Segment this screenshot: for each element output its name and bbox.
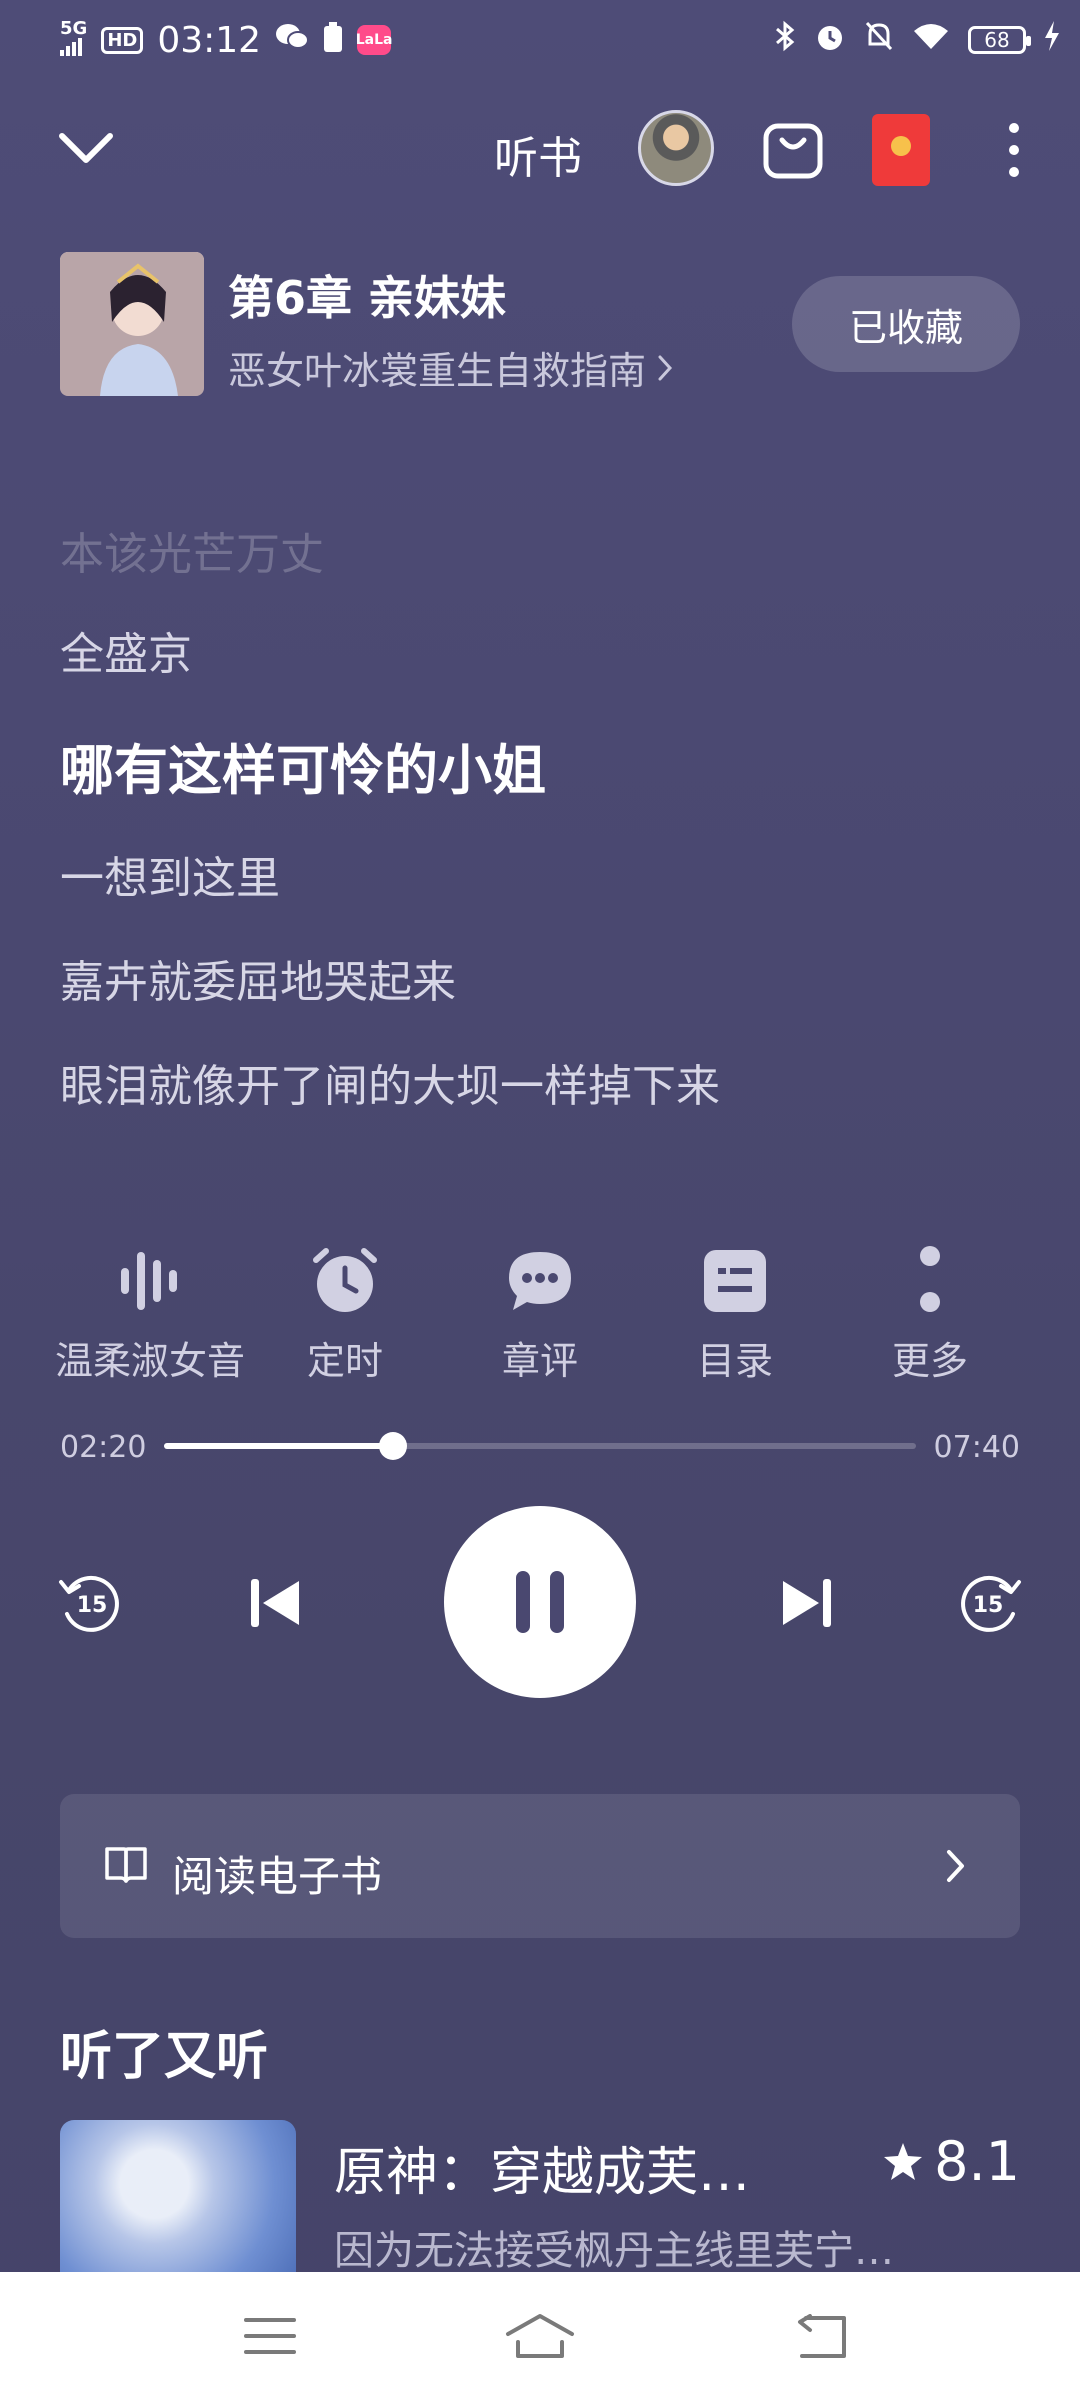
bluetooth-icon xyxy=(774,20,796,60)
more-vertical-icon xyxy=(1009,123,1019,177)
next-chapter-button[interactable] xyxy=(772,1568,842,1638)
transcript-line: 本该光芒万丈 xyxy=(60,529,324,580)
function-label: 定时 xyxy=(306,1339,383,1383)
open-book-icon xyxy=(104,1844,148,1888)
more-options-button[interactable] xyxy=(1004,120,1024,180)
recommend-description: 因为无法接受枫丹主线里芙宁… xyxy=(334,2228,894,2274)
star-icon xyxy=(884,2142,923,2180)
function-label: 更多 xyxy=(891,1339,968,1383)
comment-bubble-icon xyxy=(505,1246,575,1316)
function-label: 目录 xyxy=(696,1339,773,1383)
score-value: 8.1 xyxy=(934,2130,1020,2193)
voice-select-button[interactable]: 温柔淑女音 xyxy=(52,1246,248,1385)
pause-icon xyxy=(516,1571,564,1633)
more-vertical-icon xyxy=(895,1246,965,1316)
menu-icon xyxy=(244,2318,296,2354)
mute-bell-icon xyxy=(864,20,894,60)
forward-15-button[interactable]: 15 xyxy=(950,1568,1030,1638)
recommend-cover[interactable] xyxy=(60,2120,296,2280)
section-title: 听了又听 xyxy=(60,2027,269,2087)
battery-level: 68 xyxy=(984,28,1010,52)
collapse-button[interactable] xyxy=(56,128,116,168)
transcript-line-current: 哪有这样可怜的小姐 xyxy=(60,739,546,802)
battery-small-icon xyxy=(323,20,343,61)
system-nav-bar xyxy=(0,2272,1080,2400)
timer-button[interactable]: 定时 xyxy=(247,1246,443,1385)
catalog-button[interactable]: 目录 xyxy=(637,1246,833,1385)
function-label: 温柔淑女音 xyxy=(54,1339,245,1383)
hd-icon: HD xyxy=(101,26,144,54)
status-right: 68 xyxy=(774,18,1060,62)
bookstore-bag-button[interactable] xyxy=(762,116,824,180)
transcript-line: 全盛京 xyxy=(60,629,192,680)
read-ebook-label: 阅读电子书 xyxy=(172,1852,383,1901)
charging-icon xyxy=(1044,21,1060,59)
progress-thumb[interactable] xyxy=(378,1432,407,1460)
voice-wave-icon xyxy=(115,1246,185,1316)
skip-next-icon xyxy=(783,1579,831,1627)
rewind-15-button[interactable]: 15 xyxy=(50,1568,130,1638)
red-packet-button[interactable] xyxy=(872,114,930,186)
previous-chapter-button[interactable] xyxy=(240,1568,310,1638)
function-label: 章评 xyxy=(501,1339,578,1383)
catalog-list-icon xyxy=(700,1246,770,1316)
book-name: 恶女叶冰裳重生自救指南 xyxy=(228,349,647,393)
pause-button[interactable] xyxy=(444,1506,636,1698)
back-icon xyxy=(798,2314,846,2358)
status-time: 03:12 xyxy=(157,19,262,61)
transcript-line: 眼泪就像开了闸的大坝一样掉下来 xyxy=(60,1061,720,1112)
alarm-clock-icon xyxy=(310,1246,380,1316)
alarm-icon xyxy=(814,20,846,60)
progress-slider[interactable] xyxy=(164,1443,916,1449)
elapsed-time: 02:20 xyxy=(60,1430,147,1465)
home-icon xyxy=(506,2314,574,2358)
status-left: 5G HD 03:12 LaLa xyxy=(60,18,392,62)
book-name-link[interactable]: 恶女叶冰裳重生自救指南 xyxy=(228,340,674,395)
recommend-title[interactable]: 原神：穿越成芙… xyxy=(334,2130,750,2205)
home-button[interactable] xyxy=(504,2312,576,2364)
book-cover[interactable] xyxy=(60,252,204,396)
network-type: 5G xyxy=(60,18,88,39)
more-functions-button[interactable]: 更多 xyxy=(832,1246,1028,1385)
status-bar: 5G HD 03:12 LaLa 68 xyxy=(0,0,1080,80)
rewind-seconds: 15 xyxy=(77,1593,108,1618)
lala-app-icon: LaLa xyxy=(356,25,392,55)
chapter-title: 第6章 亲妹妹 xyxy=(228,271,507,325)
rewind-15-icon: 15 xyxy=(59,1575,119,1632)
transcript-line: 嘉卉就委屈地哭起来 xyxy=(60,957,456,1008)
chevron-right-icon xyxy=(944,1846,968,1890)
forward-15-icon: 15 xyxy=(961,1575,1021,1632)
chevron-down-icon xyxy=(59,133,113,163)
avatar[interactable] xyxy=(638,110,714,186)
chapter-comment-button[interactable]: 章评 xyxy=(442,1246,638,1385)
recommend-score: 8.1 xyxy=(882,2130,1020,2193)
wechat-icon xyxy=(275,20,310,61)
skip-previous-icon xyxy=(251,1579,299,1627)
topbar-title: 听书 xyxy=(494,133,582,184)
progress-fill xyxy=(164,1443,393,1449)
menu-button[interactable] xyxy=(244,2316,296,2360)
signal-icon: 5G xyxy=(60,20,87,60)
wifi-icon xyxy=(912,21,950,59)
chevron-right-icon xyxy=(658,355,673,380)
bag-icon xyxy=(763,123,823,179)
total-time: 07:40 xyxy=(933,1430,1020,1465)
forward-seconds: 15 xyxy=(973,1593,1004,1618)
battery-icon: 68 xyxy=(968,26,1031,54)
back-button[interactable] xyxy=(796,2314,850,2364)
transcript-line: 一想到这里 xyxy=(60,853,280,904)
collect-button[interactable]: 已收藏 xyxy=(792,276,1020,372)
